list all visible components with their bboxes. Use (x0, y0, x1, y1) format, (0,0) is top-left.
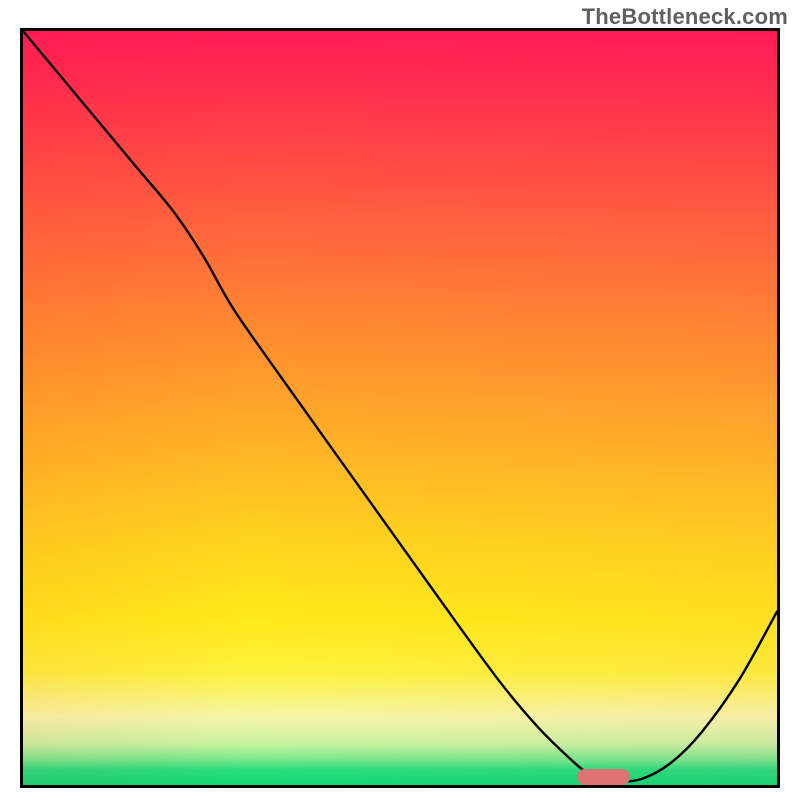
bottleneck-curve (23, 31, 777, 785)
watermark-text: TheBottleneck.com (582, 4, 788, 30)
chart-frame: TheBottleneck.com (0, 0, 800, 800)
plot-area (20, 28, 780, 788)
optimal-zone-marker (577, 769, 630, 785)
